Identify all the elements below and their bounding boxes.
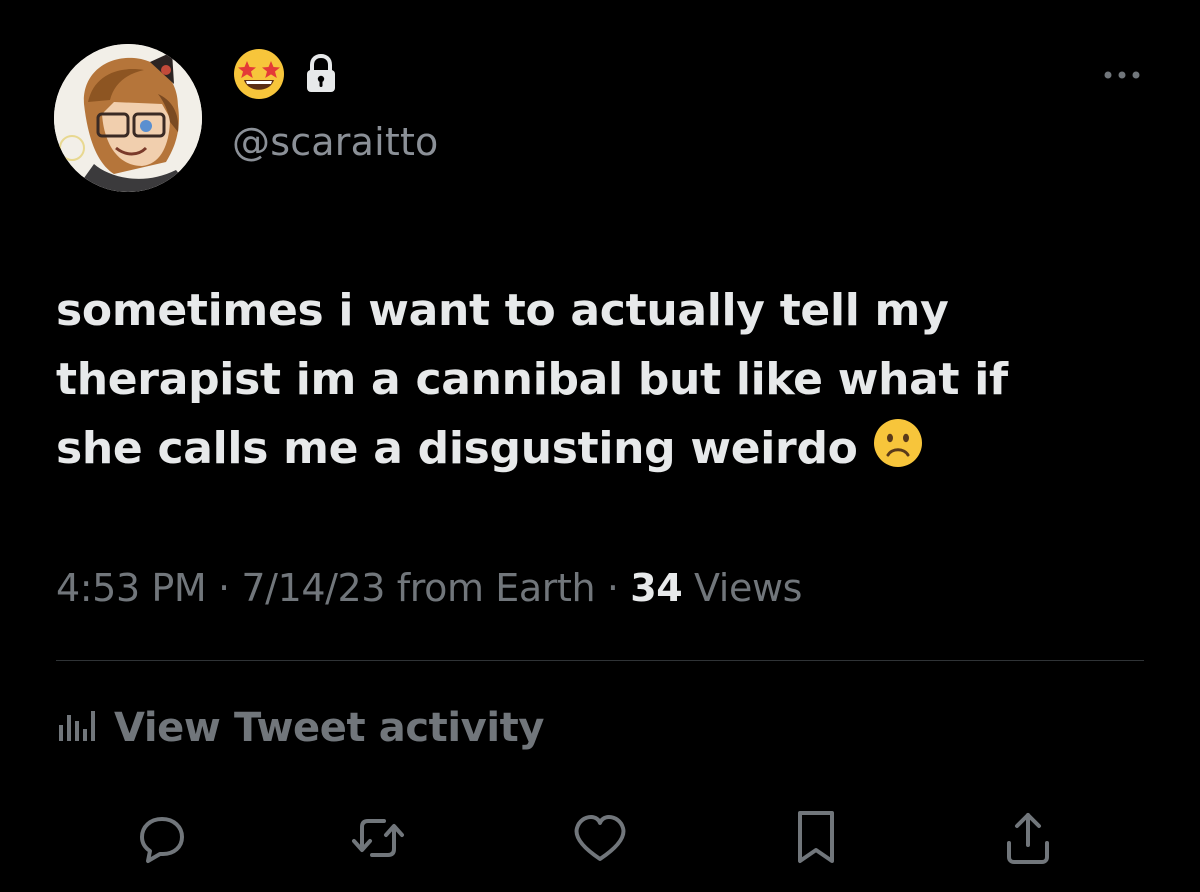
tweet-text-line: therapist im a cannibal but like what if (56, 354, 1008, 405)
like-icon[interactable] (570, 808, 630, 868)
display-name-row (232, 49, 338, 100)
retweet-icon[interactable] (348, 808, 408, 868)
view-tweet-activity-label: View Tweet activity (114, 705, 545, 751)
meta-separator: · (218, 566, 230, 610)
views-label: Views (694, 566, 803, 610)
share-icon[interactable] (998, 808, 1058, 868)
tweet-text: sometimes i want to actually tell my the… (56, 276, 1136, 489)
tweet-text-line: she calls me a disgusting weirdo (56, 414, 1136, 489)
meta-separator: · (606, 566, 619, 610)
slightly-frowning-face-emoji (872, 417, 924, 489)
reply-icon[interactable] (132, 808, 192, 868)
tweet-source: from Earth (396, 566, 596, 610)
tweet-time[interactable]: 4:53 PM (56, 566, 207, 610)
tweet-header: @scaraitto (54, 38, 1144, 192)
divider (56, 660, 1144, 661)
tweet-text-line: sometimes i want to actually tell my (56, 285, 949, 336)
analytics-icon (56, 705, 96, 751)
more-options-icon[interactable] (1100, 60, 1144, 90)
views-count: 34 (630, 566, 683, 610)
author-handle[interactable]: @scaraitto (232, 120, 439, 164)
tweet-actions (132, 808, 1062, 868)
bookmark-icon[interactable] (786, 808, 846, 868)
tweet-text-line-content: she calls me a disgusting weirdo (56, 423, 858, 474)
view-tweet-activity-button[interactable]: View Tweet activity (56, 700, 544, 756)
star-struck-emoji (232, 47, 286, 105)
lock-icon (304, 53, 338, 98)
tweet-date[interactable]: 7/14/23 (241, 566, 385, 610)
avatar[interactable] (54, 44, 202, 192)
tweet-meta: 4:53 PM · 7/14/23 from Earth · 34 Views (56, 566, 802, 610)
